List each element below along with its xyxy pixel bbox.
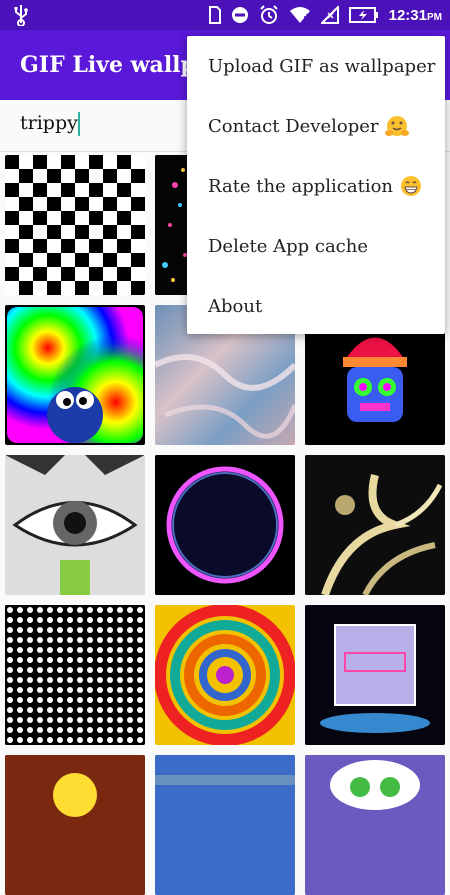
status-time-ampm: PM — [427, 11, 442, 23]
sim-icon — [208, 6, 221, 24]
text-cursor — [78, 112, 80, 136]
golden-fractal-gif-thumbnail[interactable] — [305, 455, 445, 595]
wifi-icon — [289, 7, 310, 23]
blue-noise-gif-thumbnail[interactable] — [155, 755, 295, 895]
dot-grid-illusion-gif-thumbnail[interactable] — [5, 605, 145, 745]
menu-item-label: Delete App cache — [208, 235, 369, 257]
overflow-menu: Upload GIF as wallpaper Contact Develope… — [187, 36, 445, 334]
menu-item-label: Rate the application — [208, 175, 394, 197]
menu-item-about[interactable]: About — [187, 276, 445, 336]
rainbow-fractal-cookie-monster-gif-thumbnail[interactable] — [5, 305, 145, 445]
mario-character-gif-thumbnail[interactable] — [305, 755, 445, 895]
cartoon-character-gif-thumbnail[interactable] — [5, 755, 145, 895]
alarm-icon — [259, 5, 278, 24]
battery-charging-icon — [348, 7, 378, 23]
signal-icon — [320, 6, 339, 24]
menu-item-label: Contact Developer — [208, 115, 379, 137]
hugging-face-emoji — [385, 116, 410, 136]
glowing-circle-gif-thumbnail[interactable] — [155, 455, 295, 595]
menu-item-contact-developer[interactable]: Contact Developer — [187, 96, 445, 156]
menu-item-upload-gif[interactable]: Upload GIF as wallpaper — [187, 36, 445, 96]
menu-item-label: Upload GIF as wallpaper — [208, 55, 436, 77]
psychedelic-eye-gif-thumbnail[interactable] — [5, 455, 145, 595]
neon-box-gif-thumbnail[interactable] — [305, 605, 445, 745]
grinning-face-emoji — [401, 176, 422, 196]
do-not-disturb-icon — [231, 7, 248, 23]
rainbow-spiral-gif-thumbnail[interactable] — [155, 605, 295, 745]
menu-item-label: About — [208, 295, 263, 317]
menu-item-rate-application[interactable]: Rate the application — [187, 156, 445, 216]
status-time: 12:31PM — [388, 6, 442, 24]
checkerboard-gif-thumbnail[interactable] — [5, 155, 145, 295]
menu-item-delete-cache[interactable]: Delete App cache — [187, 216, 445, 276]
status-bar: 12:31PM — [0, 0, 450, 30]
usb-icon — [14, 5, 28, 26]
